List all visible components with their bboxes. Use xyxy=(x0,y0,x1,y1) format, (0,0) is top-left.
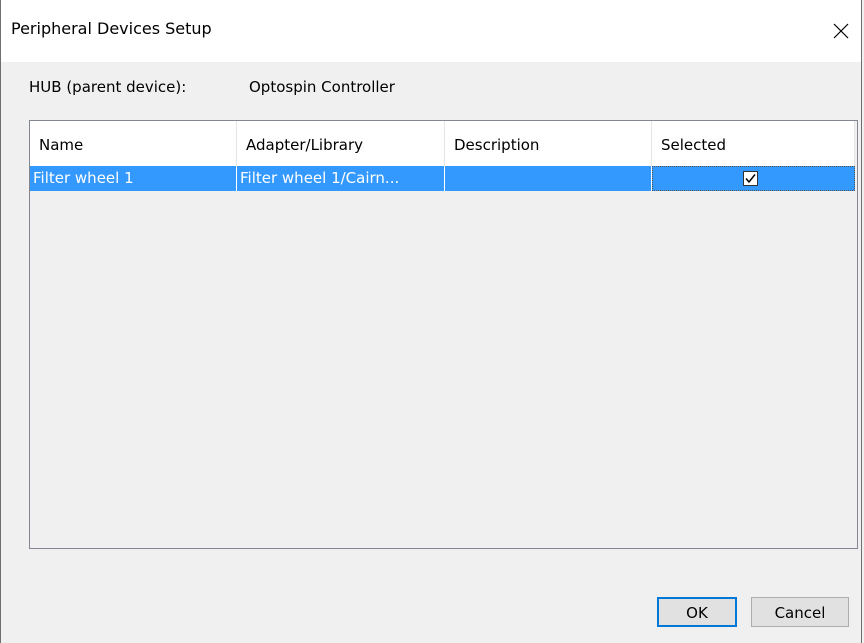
column-header-selected[interactable]: Selected xyxy=(652,121,855,166)
table-header: Name Adapter/Library Description Selecte… xyxy=(30,121,855,167)
selected-checkbox[interactable] xyxy=(743,171,758,186)
peripheral-devices-table[interactable]: Name Adapter/Library Description Selecte… xyxy=(29,120,858,549)
title-bar: Peripheral Devices Setup xyxy=(1,0,861,62)
hub-label: HUB (parent device): xyxy=(29,78,187,96)
close-icon xyxy=(833,23,849,39)
hub-value: Optospin Controller xyxy=(249,78,395,96)
window-title: Peripheral Devices Setup xyxy=(11,19,212,38)
cell-selected[interactable] xyxy=(652,166,855,191)
cell-name[interactable]: Filter wheel 1 xyxy=(30,166,237,191)
checkmark-icon xyxy=(745,174,756,184)
cell-adapter-library[interactable]: Filter wheel 1/Cairn... xyxy=(237,166,445,191)
column-header-description[interactable]: Description xyxy=(445,121,652,166)
ok-button[interactable]: OK xyxy=(657,597,737,627)
cell-description[interactable] xyxy=(445,166,652,191)
close-button[interactable] xyxy=(821,12,861,50)
column-header-name[interactable]: Name xyxy=(30,121,237,166)
column-header-adapter-library[interactable]: Adapter/Library xyxy=(237,121,445,166)
peripheral-devices-dialog: Peripheral Devices Setup HUB (parent dev… xyxy=(0,0,862,643)
table-row[interactable]: Filter wheel 1 Filter wheel 1/Cairn... xyxy=(30,166,855,191)
cancel-button[interactable]: Cancel xyxy=(751,597,849,627)
